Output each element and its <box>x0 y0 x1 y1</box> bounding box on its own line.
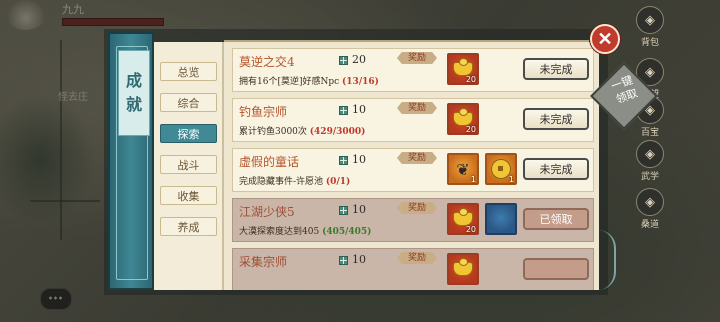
reward-count: 20 <box>465 125 476 134</box>
achievement-list[interactable]: 莫逆之交4 20 奖励 拥有16个[莫逆]好感Npc (13/16) 20 未完成 钓鱼宗师… <box>224 42 599 290</box>
martial-icon: ◈ <box>636 140 664 168</box>
achievement-desc-text: 拥有16个[莫逆]好感Npc <box>239 77 340 87</box>
reward-item[interactable]: 20 <box>447 203 479 235</box>
achievement-card: 江湖少侠5 10 奖励大漠探索度达到405 (405/405) 20 已领取 <box>232 198 594 242</box>
rail-button-label: 背包 <box>640 38 659 48</box>
tab-category[interactable]: 养成 <box>160 217 217 236</box>
achievement-name: 钓鱼宗师 <box>239 105 288 119</box>
rail-button[interactable]: ◈ 背包 <box>630 6 670 48</box>
close-icon: ✕ <box>597 28 613 50</box>
achievement-desc-text: 大漠探索度达到405 <box>239 227 320 237</box>
achievement-points: 10 <box>352 203 366 216</box>
reward-count: 1 <box>508 175 514 184</box>
achievement-card: 莫逆之交4 20 奖励拥有16个[莫逆]好感Npc (13/16) 20 未完成 <box>232 48 594 92</box>
achievement-progress: (13/16) <box>342 77 379 87</box>
tab-category[interactable]: 综合 <box>160 93 217 112</box>
achievement-progress: (405/405) <box>322 227 372 237</box>
achievement-name: 虚假的童话 <box>239 155 300 169</box>
achievement-name: 江湖少侠5 <box>239 205 295 219</box>
incomplete-button[interactable]: 未完成 <box>523 108 589 130</box>
claimed-button[interactable] <box>523 258 589 280</box>
achievement-points-icon <box>339 56 348 65</box>
panel-title-char: 就 <box>125 95 142 114</box>
achievement-progress: (429/3000) <box>309 127 366 137</box>
achievement-progress: (0/1) <box>325 177 351 187</box>
rail-button-label: 百宝 <box>640 128 659 138</box>
tab-category[interactable]: 探索 <box>160 124 217 143</box>
reward-item[interactable]: 1 <box>485 153 517 185</box>
rail-button[interactable]: ◈ 桑道 <box>630 188 670 230</box>
incomplete-button[interactable]: 未完成 <box>523 58 589 80</box>
tab-category[interactable]: 总览 <box>160 62 217 81</box>
reward-tag: 奖励 <box>397 52 437 64</box>
achievement-points: 10 <box>352 153 366 166</box>
achievement-desc: 拥有16个[莫逆]好感Npc (13/16) <box>239 74 379 87</box>
silver-ingot-icon <box>453 108 473 126</box>
panel-title: 成 就 <box>118 50 150 136</box>
achievement-title-strip: 成 就 <box>108 32 154 290</box>
category-sidebar: 总览综合探索战斗收集养成 <box>154 42 224 290</box>
silver-ingot-icon <box>453 258 473 276</box>
achievement-desc: 完成隐藏事件-许愿池 (0/1) <box>239 174 350 187</box>
achievement-desc: 大漠探索度达到405 (405/405) <box>239 224 371 237</box>
achievement-points-icon <box>339 156 348 165</box>
achievement-card: 采集宗师 10 奖励 <box>232 248 594 290</box>
reward-item[interactable] <box>485 203 517 235</box>
reward-count: 1 <box>470 175 476 184</box>
incomplete-button[interactable]: 未完成 <box>523 158 589 180</box>
claimed-button[interactable]: 已领取 <box>523 208 589 230</box>
achievement-points-icon <box>339 206 348 215</box>
tab-category[interactable]: 收集 <box>160 186 217 205</box>
achievement-desc: 累计钓鱼3000次 (429/3000) <box>239 124 365 137</box>
silver-ingot-icon <box>453 208 473 226</box>
pendant-icon: ❦ <box>456 159 470 179</box>
rail-button[interactable]: ◈ 武学 <box>630 140 670 182</box>
achievement-points-icon <box>339 256 348 265</box>
achievement-points: 20 <box>352 53 366 66</box>
reward-item[interactable] <box>447 253 479 285</box>
tab-category[interactable]: 战斗 <box>160 155 217 174</box>
path-icon: ◈ <box>636 188 664 216</box>
close-button[interactable]: ✕ <box>590 24 620 54</box>
achievement-desc-text: 完成隐藏事件-许愿池 <box>239 177 324 187</box>
scroll-decoration <box>598 230 616 290</box>
achievement-points: 10 <box>352 253 366 266</box>
achievement-points: 10 <box>352 103 366 116</box>
reward-count: 20 <box>465 225 476 234</box>
achievement-desc-text: 累计钓鱼3000次 <box>239 127 307 137</box>
reward-item[interactable]: 20 <box>447 53 479 85</box>
reward-item[interactable]: 20 <box>447 103 479 135</box>
reward-count: 20 <box>465 75 476 84</box>
reward-tag: 奖励 <box>397 152 437 164</box>
achievement-points-icon <box>339 106 348 115</box>
achievement-name: 采集宗师 <box>239 255 288 269</box>
reward-item[interactable]: ❦ 1 <box>447 153 479 185</box>
achievement-name: 莫逆之交4 <box>239 55 295 69</box>
rail-button-label: 武学 <box>640 172 659 182</box>
bag-icon: ◈ <box>636 6 664 34</box>
rail-button-label: 桑道 <box>640 220 659 230</box>
achievement-card: 虚假的童话 10 奖励 完成隐藏事件-许愿池 (0/1) ❦ 1 1 未完成 <box>232 148 594 192</box>
reward-tag: 奖励 <box>397 102 437 114</box>
achievement-card: 钓鱼宗师 10 奖励累计钓鱼3000次 (429/3000) 20 未完成 <box>232 98 594 142</box>
reward-tag: 奖励 <box>397 252 437 264</box>
panel-title-char: 成 <box>125 71 142 90</box>
reward-tag: 奖励 <box>397 202 437 214</box>
silver-ingot-icon <box>453 58 473 76</box>
